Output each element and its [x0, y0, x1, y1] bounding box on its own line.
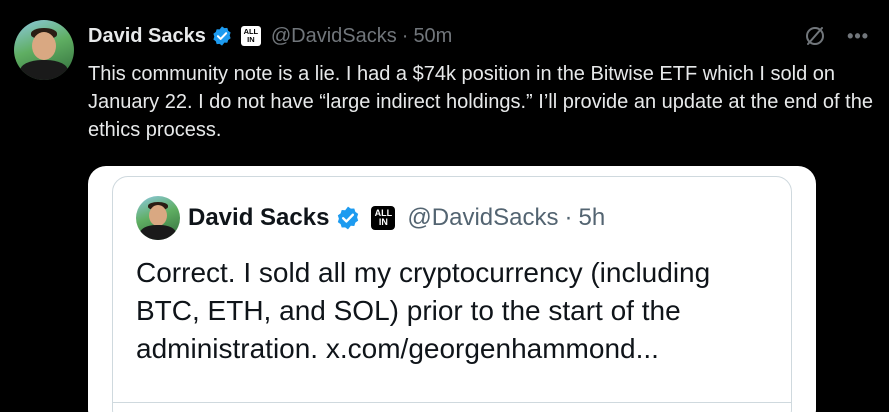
avatar-face: [32, 32, 56, 60]
author-avatar[interactable]: [14, 20, 74, 80]
separator-dot: ·: [401, 24, 409, 47]
affiliate-badge-icon[interactable]: ALL IN: [240, 26, 261, 46]
verified-badge-icon: [213, 26, 231, 46]
more-icon[interactable]: •••: [847, 26, 869, 47]
grok-icon[interactable]: [803, 24, 827, 48]
affiliate-line-2: IN: [378, 217, 388, 227]
affiliate-line-2: IN: [247, 35, 255, 44]
avatar-shirt: [20, 60, 68, 80]
quoted-author-avatar[interactable]: [136, 196, 180, 240]
avatar-face: [149, 205, 167, 226]
quote-divider: [112, 402, 792, 403]
separator-dot: ·: [564, 204, 573, 231]
author-handle[interactable]: @DavidSacks: [271, 25, 397, 48]
quoted-author-name[interactable]: David Sacks: [188, 204, 329, 232]
author-name[interactable]: David Sacks: [88, 25, 206, 48]
quoted-tweet-header: David Sacks ALL IN @DavidSacks · 5h: [188, 202, 605, 234]
tweet-actions-top: •••: [803, 24, 869, 48]
tweet-text: This community note is a lie. I had a $7…: [88, 63, 873, 141]
tweet-timestamp[interactable]: 50m: [413, 25, 452, 48]
verified-badge-icon: [338, 206, 359, 230]
quoted-author-handle[interactable]: @DavidSacks: [407, 204, 558, 232]
avatar-shirt: [140, 225, 176, 240]
quoted-tweet-text: Correct. I sold all my cryptocurrency (i…: [136, 257, 711, 364]
affiliate-badge-icon[interactable]: ALL IN: [371, 206, 396, 230]
quoted-tweet-timestamp[interactable]: 5h: [579, 204, 606, 232]
tweet-header: David Sacks ALL IN @DavidSacks · 50m: [88, 22, 452, 50]
